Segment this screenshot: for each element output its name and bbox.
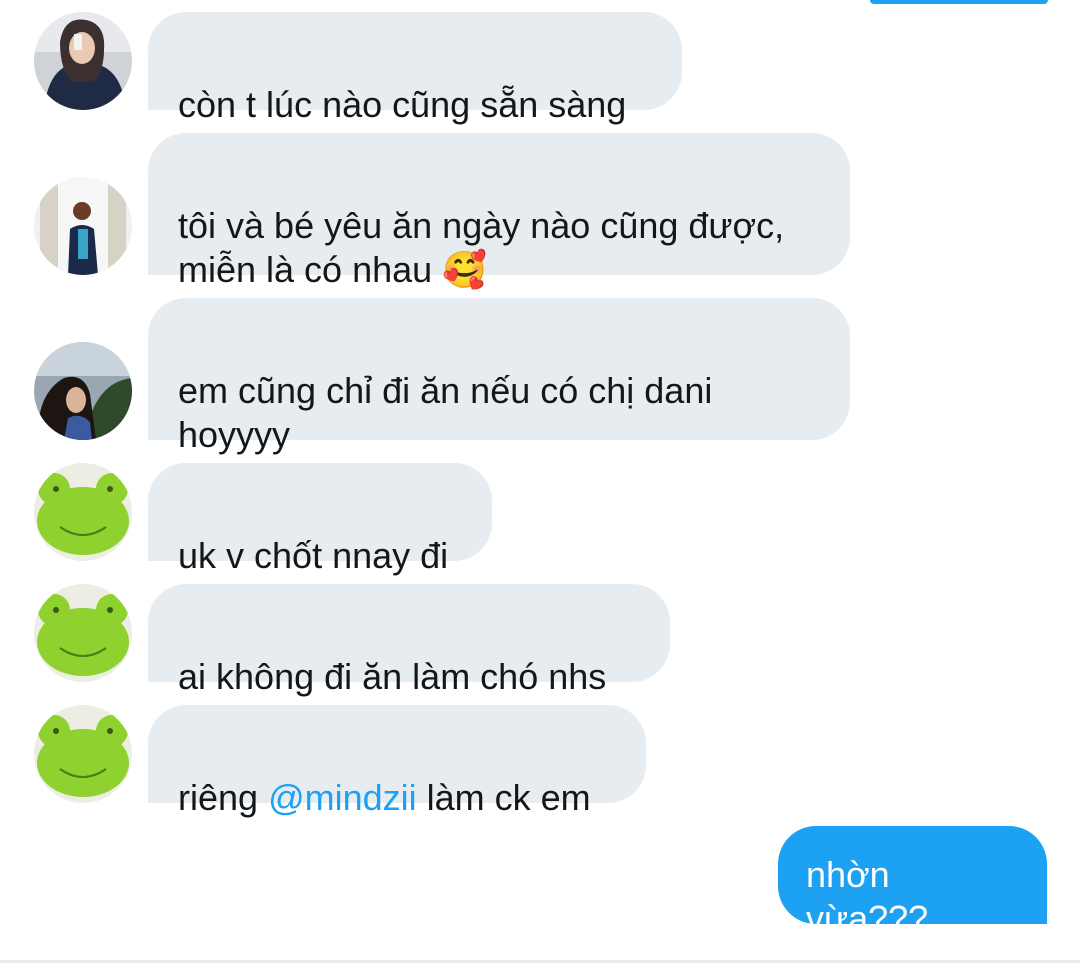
avatar-green-frog-plush[interactable]: [34, 584, 132, 682]
mention-link[interactable]: @mindzii: [268, 777, 417, 818]
message-text-before: riêng: [178, 777, 269, 818]
message-bubble[interactable]: riêng @mindzii làm ck em: [148, 705, 646, 818]
message-bubble[interactable]: em cũng chỉ đi ăn nếu có chị dani hoyyyy: [148, 298, 850, 455]
outgoing-message-bubble[interactable]: nhờn vừa???: [778, 826, 1047, 939]
message-bubble[interactable]: còn t lúc nào cũng sẵn sàng: [148, 12, 682, 125]
avatar-girl-mirror-selfie[interactable]: [34, 177, 132, 275]
message-text: uk v chốt nnay đi: [178, 535, 449, 576]
message-bubble[interactable]: ai không đi ăn làm chó nhs: [148, 584, 670, 697]
message-text: ai không đi ăn làm chó nhs: [178, 656, 607, 697]
message-text-after: làm ck em: [416, 777, 591, 818]
avatar-green-frog-plush[interactable]: [34, 463, 132, 561]
message-text: tôi và bé yêu ăn ngày nào cũng được, miễ…: [178, 205, 785, 290]
message-text: còn t lúc nào cũng sẵn sàng: [178, 84, 627, 125]
outgoing-message-text: nhờn vừa???: [806, 854, 929, 939]
message-bubble[interactable]: tôi và bé yêu ăn ngày nào cũng được, miễ…: [148, 133, 850, 290]
avatar-girl-outdoor[interactable]: [34, 342, 132, 440]
previous-message-bubble-edge: [870, 0, 1048, 4]
message-bubble[interactable]: uk v chốt nnay đi: [148, 463, 492, 576]
avatar-green-frog-plush[interactable]: [34, 705, 132, 803]
avatar-girl-dark-jacket[interactable]: [34, 12, 132, 110]
message-text: em cũng chỉ đi ăn nếu có chị dani hoyyyy: [178, 370, 713, 455]
